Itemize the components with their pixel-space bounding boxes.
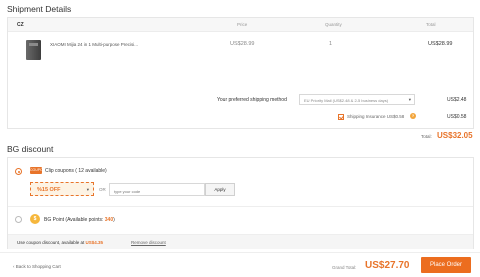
shipping-method-select[interactable]: EU Priority Mail (US$2.48 & 2-5 business…	[299, 94, 415, 105]
discount-text: Use coupon discount, available at US$4.3…	[17, 240, 103, 245]
discount-summary-bar: Use coupon discount, available at US$4.3…	[8, 234, 473, 249]
product-total: US$28.99	[428, 41, 453, 47]
discount-text-label: Use coupon discount, available at	[17, 240, 86, 245]
shipment-details-panel: CZ Price Quantity Total XIAOMI Mijia 24 …	[7, 17, 474, 140]
caret-down-icon: ▾	[86, 187, 89, 192]
shipping-cost: US$2.48	[447, 97, 467, 103]
checkout-footer: ‹ Back to Shopping Cart Grand Total: US$…	[0, 252, 480, 277]
product-price: US$28.99	[230, 41, 255, 47]
total-column-header: Total	[426, 22, 436, 27]
bg-point-text: BG Point (Available points:	[44, 217, 104, 223]
shipment-details-title: Shipment Details	[7, 4, 72, 14]
grand-total-label: Grand Total:	[332, 265, 357, 270]
product-thumbnail[interactable]	[26, 40, 41, 60]
quantity-column-header: Quantity	[325, 22, 342, 27]
bg-point-close: )	[113, 217, 115, 223]
coupon-icon: COUPON	[30, 167, 46, 174]
caret-down-icon: ▾	[408, 97, 411, 102]
back-to-cart-label: Back to Shopping Cart	[15, 264, 61, 269]
shipping-insurance-checkbox[interactable]	[338, 114, 344, 120]
bg-discount-title: BG discount	[7, 144, 54, 154]
total-value: US$32.05	[437, 131, 473, 140]
bg-discount-panel: COUPON Clip coupons ( 12 available) %15 …	[7, 157, 474, 249]
discount-amount: US$4.35	[85, 240, 104, 245]
remove-discount-link[interactable]: Remove discount	[131, 240, 166, 245]
apply-button[interactable]: Apply	[205, 183, 235, 196]
shipping-insurance-label: Shipping Insurance US$0.58	[347, 114, 405, 119]
total-label: Total:	[421, 134, 432, 139]
back-to-cart-link[interactable]: ‹ Back to Shopping Cart	[13, 264, 61, 269]
warehouse-label: CZ	[17, 22, 24, 28]
shipping-method-label: Your preferred shipping method	[217, 97, 287, 103]
coin-icon: $	[30, 214, 40, 224]
product-name-link[interactable]: XIAOMI Mijia 24 in 1 Multi-purpose Preci…	[50, 42, 138, 47]
divider	[8, 206, 473, 207]
table-header: CZ Price Quantity Total	[8, 18, 473, 32]
bg-point-radio[interactable]	[15, 216, 22, 223]
coupon-select[interactable]: %15 OFF ▾	[30, 182, 94, 196]
bg-point-count: 340	[104, 217, 114, 223]
coupons-label: Clip coupons ( 12 available)	[45, 168, 107, 174]
insurance-cost: US$0.58	[447, 114, 467, 120]
bg-point-label: BG Point (Available points: 340)	[44, 217, 115, 223]
help-icon[interactable]: ?	[410, 113, 416, 119]
grand-total-value: US$27.70	[365, 260, 410, 271]
coupon-code-input[interactable]	[109, 183, 205, 196]
coupon-selected-value: %15 OFF	[37, 187, 61, 193]
shipping-method-value: EU Priority Mail (US$2.48 & 2-5 business…	[304, 98, 389, 103]
price-column-header: Price	[237, 22, 248, 27]
or-label: OR	[99, 187, 106, 192]
coupon-radio[interactable]	[15, 168, 22, 175]
place-order-button[interactable]: Place Order	[421, 257, 471, 273]
product-quantity: 1	[329, 41, 333, 47]
